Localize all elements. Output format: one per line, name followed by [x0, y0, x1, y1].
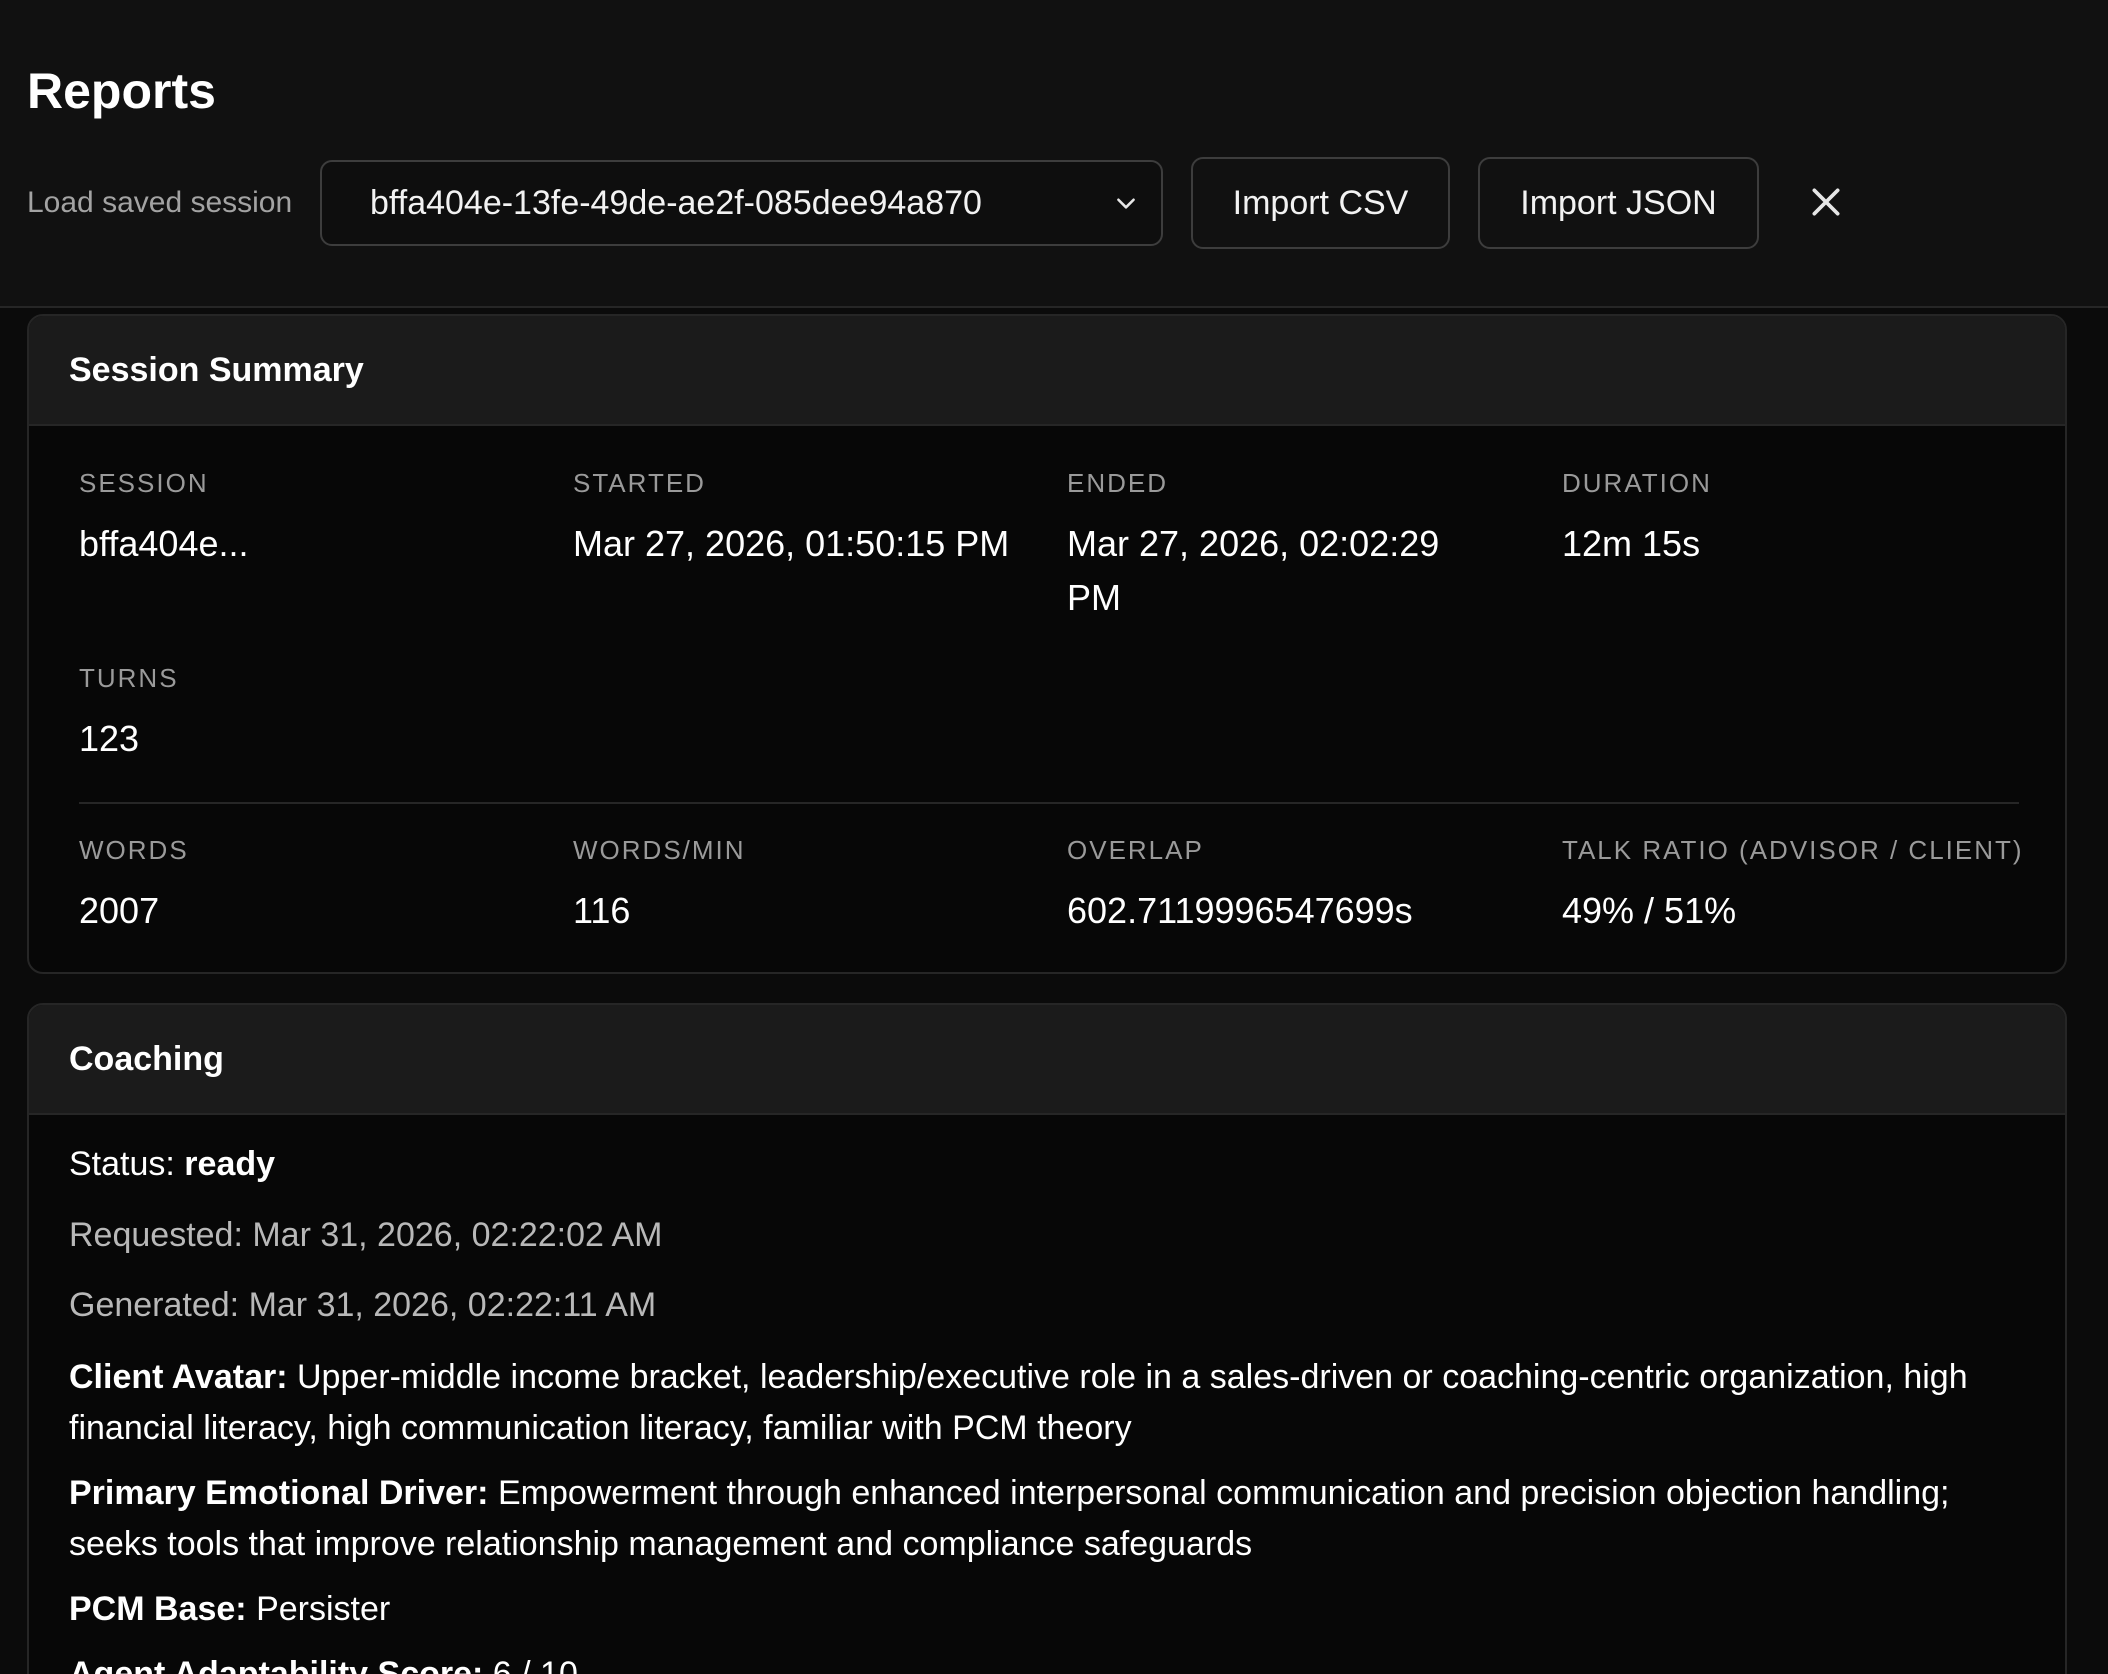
field-key: PCM Base:	[69, 1590, 247, 1628]
session-summary-title: Session Summary	[29, 316, 2065, 426]
status-value: ready	[184, 1145, 276, 1183]
stat-words-per-min: WORDS/MIN 116	[573, 835, 1033, 938]
load-session-label: Load saved session	[27, 186, 293, 219]
field-value: 6 / 10	[492, 1655, 578, 1674]
import-csv-button[interactable]: Import CSV	[1191, 157, 1450, 249]
stat-duration: DURATION 12m 15s	[1562, 468, 2022, 571]
stat-label: OVERLAP	[1067, 835, 1204, 865]
coaching-status: Status: ready	[69, 1145, 2029, 1184]
stat-value: 602.7119996547699s	[1067, 890, 1413, 931]
stat-value: 12m 15s	[1562, 523, 1701, 564]
stat-value: 116	[573, 890, 631, 931]
page-title: Reports	[27, 63, 216, 119]
stat-value: 2007	[79, 890, 160, 931]
close-icon[interactable]	[1806, 182, 1846, 222]
field-pcm-base: PCM Base: Persister	[69, 1584, 2029, 1635]
stat-label: DURATION	[1562, 468, 1712, 498]
coaching-title: Coaching	[29, 1005, 2065, 1115]
import-json-button[interactable]: Import JSON	[1478, 157, 1759, 249]
session-summary-card: Session Summary SESSION bffa404e... STAR…	[27, 314, 2067, 974]
stat-label: TALK RATIO (ADVISOR / CLIENT)	[1562, 835, 2024, 865]
stat-value: Mar 27, 2026, 01:50:15 PM	[573, 523, 1010, 564]
chevron-down-icon	[1117, 198, 1135, 209]
field-value: Persister	[256, 1590, 391, 1628]
field-key: Agent Adaptability Score:	[69, 1655, 484, 1674]
top-bar: Reports Load saved session bffa404e-13fe…	[0, 0, 2108, 308]
stat-overlap: OVERLAP 602.7119996547699s	[1067, 835, 1527, 938]
field-client-avatar: Client Avatar: Upper-middle income brack…	[69, 1352, 2029, 1454]
stat-started: STARTED Mar 27, 2026, 01:50:15 PM	[573, 468, 1033, 571]
stat-ended: ENDED Mar 27, 2026, 02:02:29 PM	[1067, 468, 1497, 625]
stat-value: 49% / 51%	[1562, 890, 1737, 931]
stat-value: 123	[79, 718, 140, 759]
field-value: Upper-middle income bracket, leadership/…	[69, 1358, 1968, 1447]
stat-label: STARTED	[573, 468, 706, 498]
coaching-card: Coaching Status: ready Requested: Mar 31…	[27, 1003, 2067, 1674]
stat-label: TURNS	[79, 663, 179, 693]
coaching-body: Status: ready Requested: Mar 31, 2026, 0…	[69, 1145, 2029, 1674]
stat-value: Mar 27, 2026, 02:02:29 PM	[1067, 523, 1440, 618]
field-agent-adaptability-score: Agent Adaptability Score: 6 / 10	[69, 1649, 2029, 1674]
summary-divider	[79, 802, 2019, 804]
stat-turns: TURNS 123	[79, 663, 539, 766]
stat-words: WORDS 2007	[79, 835, 539, 938]
session-select[interactable]: bffa404e-13fe-49de-ae2f-085dee94a870	[320, 160, 1163, 246]
field-key: Primary Emotional Driver:	[69, 1474, 489, 1512]
status-label: Status:	[69, 1145, 175, 1183]
stat-label: WORDS/MIN	[573, 835, 746, 865]
field-key: Client Avatar:	[69, 1358, 288, 1396]
stat-talk-ratio: TALK RATIO (ADVISOR / CLIENT) 49% / 51%	[1562, 835, 2062, 938]
generated-time: Generated: Mar 31, 2026, 02:22:11 AM	[69, 1286, 657, 1324]
stat-label: ENDED	[1067, 468, 1169, 498]
session-select-value: bffa404e-13fe-49de-ae2f-085dee94a870	[370, 183, 982, 222]
stat-session: SESSION bffa404e...	[79, 468, 539, 571]
stat-value: bffa404e...	[79, 523, 249, 564]
stat-label: SESSION	[79, 468, 209, 498]
field-primary-emotional-driver: Primary Emotional Driver: Empowerment th…	[69, 1468, 2029, 1570]
requested-time: Requested: Mar 31, 2026, 02:22:02 AM	[69, 1216, 663, 1254]
stat-label: WORDS	[79, 835, 189, 865]
